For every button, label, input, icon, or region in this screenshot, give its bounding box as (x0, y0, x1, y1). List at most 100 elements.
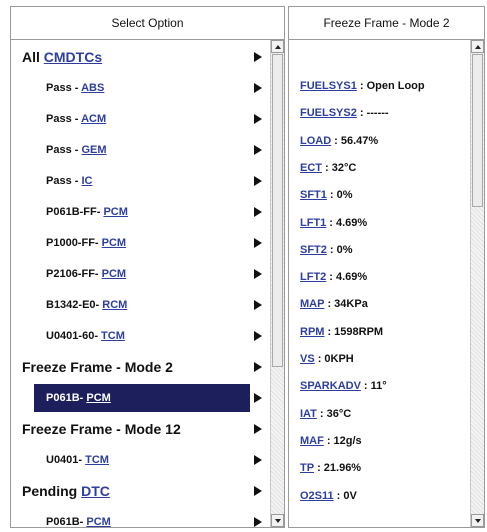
parameter-name-link[interactable]: FUELSYS2 (300, 107, 357, 119)
option-link[interactable]: PCM (86, 516, 110, 527)
option-prefix: All (22, 49, 44, 65)
option-item[interactable]: Pass - GEM (11, 136, 270, 164)
option-link[interactable]: PCM (102, 268, 126, 280)
right-arrow-icon[interactable] (254, 207, 262, 217)
scroll-up-icon[interactable] (271, 40, 284, 53)
parameter-name-link[interactable]: LFT2 (300, 271, 326, 283)
right-arrow-icon[interactable] (254, 486, 262, 496)
parameter-name-link[interactable]: MAP (300, 298, 324, 310)
parameter-name-link[interactable]: LFT1 (300, 217, 326, 229)
option-label: Pending DTC (22, 483, 110, 499)
section-header[interactable]: Pending DTC (11, 477, 270, 505)
right-scrollbar[interactable] (470, 40, 484, 527)
option-item[interactable]: Pass - IC (11, 167, 270, 195)
parameter-value: : 1598RPM (327, 325, 384, 338)
option-item[interactable]: Pass - ABS (11, 74, 270, 102)
select-option-header: Select Option (11, 7, 284, 40)
right-arrow-icon[interactable] (254, 362, 262, 372)
right-arrow-icon[interactable] (254, 52, 262, 62)
right-arrow-icon[interactable] (254, 269, 262, 279)
option-item[interactable]: U0401- TCM (11, 446, 270, 474)
right-arrow-icon[interactable] (254, 424, 262, 434)
parameter-name-link[interactable]: FUELSYS1 (300, 80, 357, 92)
parameter-name-link[interactable]: VS (300, 353, 315, 365)
parameter-value: : 0% (329, 243, 353, 256)
option-item[interactable]: P061B-FF- PCM (11, 198, 270, 226)
option-prefix: P2106-FF- (46, 268, 102, 280)
scroll-down-icon[interactable] (271, 514, 284, 527)
option-link[interactable]: DTC (81, 483, 110, 499)
parameter-name-link[interactable]: SPARKADV (300, 380, 361, 392)
parameter-row: LFT1: 4.69% (300, 213, 367, 233)
option-link[interactable]: TCM (101, 330, 125, 342)
parameter-name-link[interactable]: TP (300, 462, 314, 474)
option-prefix: P1000-FF- (46, 237, 102, 249)
left-scroll-thumb[interactable] (272, 54, 283, 367)
parameter-name-link[interactable]: O2S11 (300, 490, 334, 502)
parameter-value: : 0V (336, 489, 357, 502)
parameter-value: : 0% (329, 189, 353, 202)
right-arrow-icon[interactable] (254, 145, 262, 155)
parameter-value: : 21.96% (317, 462, 362, 475)
section-header[interactable]: All CMDTCs (11, 43, 270, 71)
option-link[interactable]: PCM (102, 237, 126, 249)
parameter-name-link[interactable]: RPM (300, 326, 324, 338)
right-arrow-icon[interactable] (254, 517, 262, 527)
option-item[interactable]: U0401-60- TCM (11, 322, 270, 350)
option-item[interactable]: Pass - ACM (11, 105, 270, 133)
option-link[interactable]: ABS (81, 82, 104, 94)
parameter-name-link[interactable]: MAF (300, 435, 324, 447)
parameter-value: : 36°C (319, 407, 352, 420)
parameter-row: LFT2: 4.69% (300, 267, 367, 287)
parameter-row: MAP: 34KPa (300, 294, 368, 314)
option-item[interactable]: P061B- PCM (34, 384, 262, 412)
right-arrow-icon[interactable] (254, 83, 262, 93)
option-item[interactable]: P2106-FF- PCM (11, 260, 270, 288)
option-prefix: P061B-FF- (46, 206, 104, 218)
option-link[interactable]: TCM (85, 454, 109, 466)
right-scroll-thumb[interactable] (472, 54, 483, 207)
parameter-name-link[interactable]: IAT (300, 408, 317, 420)
parameter-name-link[interactable]: SFT1 (300, 189, 327, 201)
option-prefix: B1342-E0- (46, 299, 103, 311)
option-link[interactable]: ACM (81, 113, 106, 125)
option-link[interactable]: GEM (81, 144, 106, 156)
parameter-name-link[interactable]: ECT (300, 162, 322, 174)
right-arrow-icon[interactable] (254, 393, 262, 403)
scroll-down-icon[interactable] (471, 514, 484, 527)
parameter-value: : ------ (359, 107, 389, 120)
option-item[interactable]: P061B- PCM (11, 508, 270, 528)
right-arrow-icon[interactable] (254, 238, 262, 248)
right-arrow-icon[interactable] (254, 331, 262, 341)
option-label: P061B- PCM (46, 392, 111, 404)
parameter-value: : 4.69% (329, 216, 368, 229)
parameter-value: : 56.47% (334, 134, 379, 147)
section-header[interactable]: Freeze Frame - Mode 2 (11, 353, 270, 381)
option-prefix: Freeze Frame - Mode 2 (22, 359, 173, 375)
option-prefix: P061B- (46, 516, 87, 528)
parameter-value: : 0KPH (317, 353, 354, 365)
option-link[interactable]: IC (81, 175, 92, 187)
option-label: P2106-FF- PCM (46, 268, 126, 280)
option-label: Freeze Frame - Mode 2 (22, 359, 173, 375)
parameter-name-link[interactable]: SFT2 (300, 244, 327, 256)
right-arrow-icon[interactable] (254, 176, 262, 186)
parameter-row: VS: 0KPH (300, 349, 354, 369)
right-arrow-icon[interactable] (254, 455, 262, 465)
right-arrow-icon[interactable] (254, 300, 262, 310)
parameter-row: FUELSYS1: Open Loop (300, 76, 425, 96)
scroll-up-icon[interactable] (471, 40, 484, 53)
option-link[interactable]: CMDTCs (44, 49, 102, 65)
option-link[interactable]: PCM (86, 392, 110, 404)
right-arrow-icon[interactable] (254, 114, 262, 124)
option-label: All CMDTCs (22, 49, 102, 65)
option-link[interactable]: PCM (103, 206, 127, 218)
option-item[interactable]: P1000-FF- PCM (11, 229, 270, 257)
parameter-value: : 4.69% (329, 271, 368, 284)
option-prefix: U0401- (46, 454, 86, 466)
left-scrollbar[interactable] (270, 40, 284, 527)
section-header[interactable]: Freeze Frame - Mode 12 (11, 415, 270, 443)
option-item[interactable]: B1342-E0- RCM (11, 291, 270, 319)
parameter-name-link[interactable]: LOAD (300, 135, 331, 147)
option-link[interactable]: RCM (102, 299, 127, 311)
